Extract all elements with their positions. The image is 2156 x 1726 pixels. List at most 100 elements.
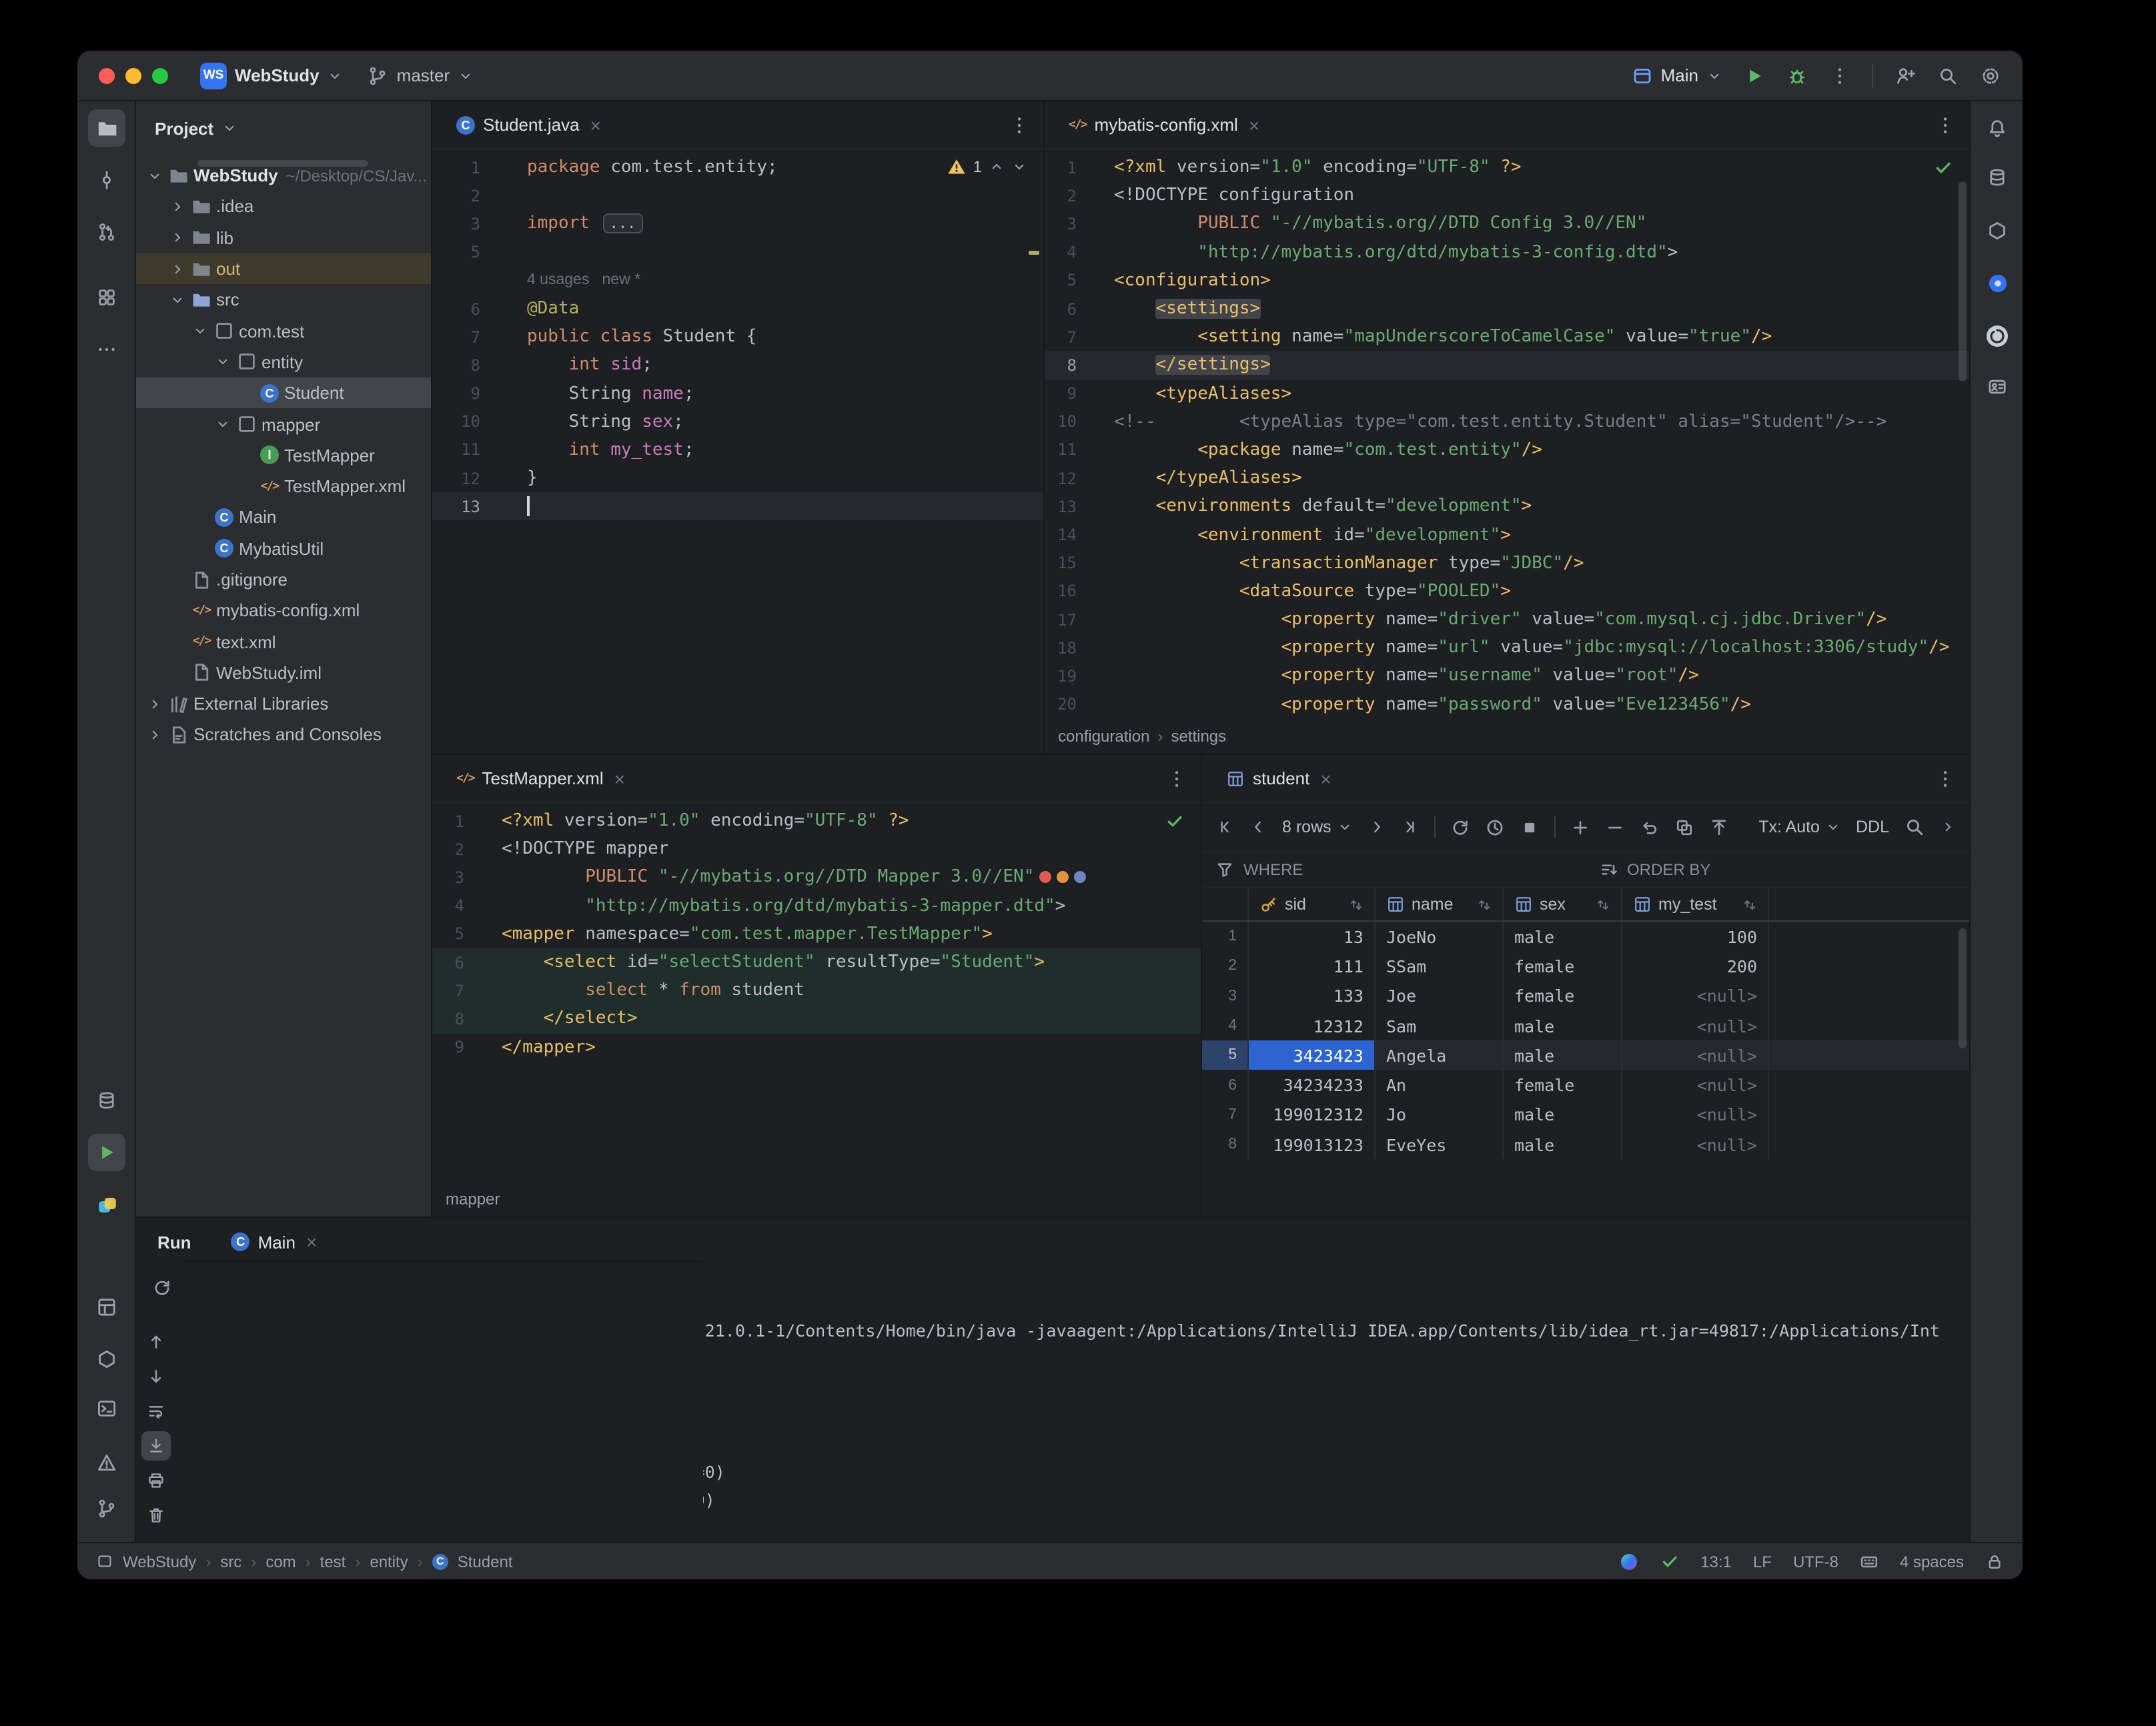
code-line[interactable]: 3 PUBLIC "-//mybatis.org//DTD Config 3.0… [1045, 210, 1969, 238]
close-tab-icon[interactable]: × [590, 114, 601, 135]
commit-tool-button[interactable] [88, 161, 125, 199]
cell-name[interactable]: Sam [1376, 1010, 1504, 1041]
line-number[interactable]: 7 [1045, 327, 1085, 346]
settings-button[interactable] [1980, 65, 2001, 86]
tree-item-com-test[interactable]: com.test [136, 315, 431, 347]
cell-name[interactable]: Jo [1376, 1100, 1504, 1130]
cell-my_test[interactable]: <null> [1622, 1130, 1769, 1160]
tree-item-scratches-and-consoles[interactable]: Scratches and Consoles [136, 720, 431, 751]
cell-sid[interactable]: 12312 [1249, 1010, 1376, 1041]
print-console-button[interactable] [141, 1466, 171, 1495]
cell-name[interactable]: JoeNo [1376, 922, 1504, 952]
code-editor-student-java[interactable]: 1 package com.test.entity; 2 3 import ... 5 4 … [432, 149, 1043, 754]
previous-problem-icon[interactable] [989, 159, 1005, 175]
indent-setting[interactable]: 4 spaces [1900, 1552, 1964, 1571]
line-separator[interactable]: LF [1753, 1552, 1772, 1571]
database-tool-button[interactable] [88, 1082, 125, 1119]
row-number[interactable]: 7 [1202, 1100, 1249, 1130]
line-number[interactable]: 2 [1045, 187, 1085, 205]
line-number[interactable]: 9 [1045, 384, 1085, 403]
soft-wrap-button[interactable] [141, 1397, 171, 1426]
tree-horizontal-scrollbar[interactable] [197, 160, 368, 167]
search-everywhere-button[interactable] [1937, 65, 1959, 86]
problems-tool-button[interactable] [88, 1445, 125, 1482]
row-number[interactable]: 2 [1202, 951, 1249, 982]
next-problem-icon[interactable] [1011, 159, 1027, 175]
zoom-window-button[interactable] [152, 67, 168, 83]
cell-my_test[interactable]: <null> [1622, 1010, 1769, 1041]
tree-item-src[interactable]: src [136, 284, 431, 315]
plugin-tool-button[interactable] [88, 1186, 125, 1223]
cell-sex[interactable]: female [1504, 951, 1622, 982]
project-widget[interactable]: WS WebStudy [189, 57, 354, 94]
line-number[interactable]: 5 [432, 925, 472, 944]
line-number[interactable]: 15 [1045, 554, 1085, 572]
code-line[interactable]: 11 <package name = "com.test.entity"/> [1045, 436, 1969, 464]
breadcrumb[interactable]: configuration › settings [1045, 719, 1969, 754]
tab-options-icon[interactable] [1935, 114, 1956, 135]
inspections-widget[interactable] [1165, 811, 1185, 831]
profile-plugin-button[interactable] [1979, 368, 2016, 405]
inspections-ok-icon[interactable] [1659, 1551, 1679, 1571]
input-source-icon[interactable] [1860, 1552, 1878, 1571]
expand-toolbar-icon[interactable] [1940, 819, 1956, 835]
structure-tool-button[interactable] [88, 279, 125, 316]
tab-mybatis-config[interactable]: </> mybatis-config.xml × [1055, 101, 1273, 149]
database-panel-button[interactable] [1979, 159, 2016, 196]
line-number[interactable]: 2 [432, 187, 494, 205]
more-tools-button[interactable] [88, 331, 125, 368]
cell-sex[interactable]: male [1504, 1100, 1622, 1130]
tree-item-mybatisutil[interactable]: C MybatisUtil [136, 533, 431, 564]
project-panel-header[interactable]: Project [136, 101, 431, 155]
code-line[interactable]: 11 int my_test; [432, 436, 1043, 464]
dependencies-button[interactable] [1979, 212, 2016, 249]
rerun-button[interactable] [152, 1277, 172, 1297]
more-actions-button[interactable] [1829, 65, 1850, 86]
tree-item-mapper[interactable]: mapper [136, 409, 431, 440]
status-breadcrumb[interactable]: test [320, 1552, 346, 1571]
cell-sex[interactable]: female [1504, 1070, 1622, 1100]
compare-data-button[interactable] [1674, 817, 1694, 837]
line-number[interactable]: 9 [432, 1038, 472, 1056]
build-tool-button[interactable] [88, 1341, 125, 1378]
cell-name[interactable]: An [1376, 1070, 1504, 1100]
code-line[interactable]: 4 usages new * [432, 267, 1043, 295]
run-tool-button[interactable] [88, 1134, 125, 1171]
cell-sex[interactable]: male [1504, 1040, 1622, 1070]
chevron-down-icon[interactable] [167, 292, 188, 308]
chevron-right-icon[interactable] [167, 229, 188, 245]
table-row[interactable]: 5 3423423 Angela male <null> [1202, 1040, 1969, 1070]
cell-sid[interactable]: 199012312 [1249, 1100, 1376, 1130]
code-line[interactable]: 13 <environments default = "development" > [1045, 493, 1969, 521]
code-line[interactable]: 10 String sex; [432, 407, 1043, 436]
editor-vertical-scrollbar[interactable] [1959, 181, 1967, 381]
grid-vertical-scrollbar[interactable] [1959, 928, 1967, 1048]
line-number[interactable]: 11 [1045, 441, 1085, 460]
line-number[interactable]: 14 [1045, 526, 1085, 544]
row-number[interactable]: 5 [1202, 1040, 1249, 1070]
table-row[interactable]: 3 133 Joe female <null> [1202, 981, 1969, 1011]
tree-item-main[interactable]: C Main [136, 502, 431, 534]
reload-data-button[interactable] [1450, 817, 1470, 837]
chat-plugin-button[interactable] [1979, 264, 2016, 301]
line-number[interactable]: 7 [432, 981, 472, 1000]
cell-my_test[interactable]: <null> [1622, 1040, 1769, 1070]
line-number[interactable]: 8 [432, 356, 494, 375]
close-tab-icon[interactable]: × [1249, 114, 1259, 135]
breadcrumb[interactable]: mapper [432, 1182, 1201, 1216]
column-header-name[interactable]: name [1376, 888, 1504, 920]
last-page-button[interactable] [1401, 818, 1420, 836]
code-line[interactable]: 2 [432, 181, 1043, 209]
code-line[interactable]: 14 <environment id = "development" > [1045, 521, 1969, 549]
console-horizontal-scrollbar[interactable] [183, 1260, 703, 1579]
add-row-button[interactable] [1570, 817, 1590, 837]
line-number[interactable]: 8 [432, 1010, 472, 1028]
line-number[interactable]: 11 [432, 441, 494, 460]
code-line[interactable]: 8 </select> [432, 1004, 1201, 1033]
next-occurrence-button[interactable] [141, 1362, 171, 1391]
cell-name[interactable]: SSam [1376, 951, 1504, 982]
cell-name[interactable]: Joe [1376, 981, 1504, 1011]
close-tab-icon[interactable]: × [1320, 768, 1331, 789]
status-breadcrumb[interactable]: entity [370, 1552, 408, 1571]
cell-sex[interactable]: female [1504, 981, 1622, 1011]
